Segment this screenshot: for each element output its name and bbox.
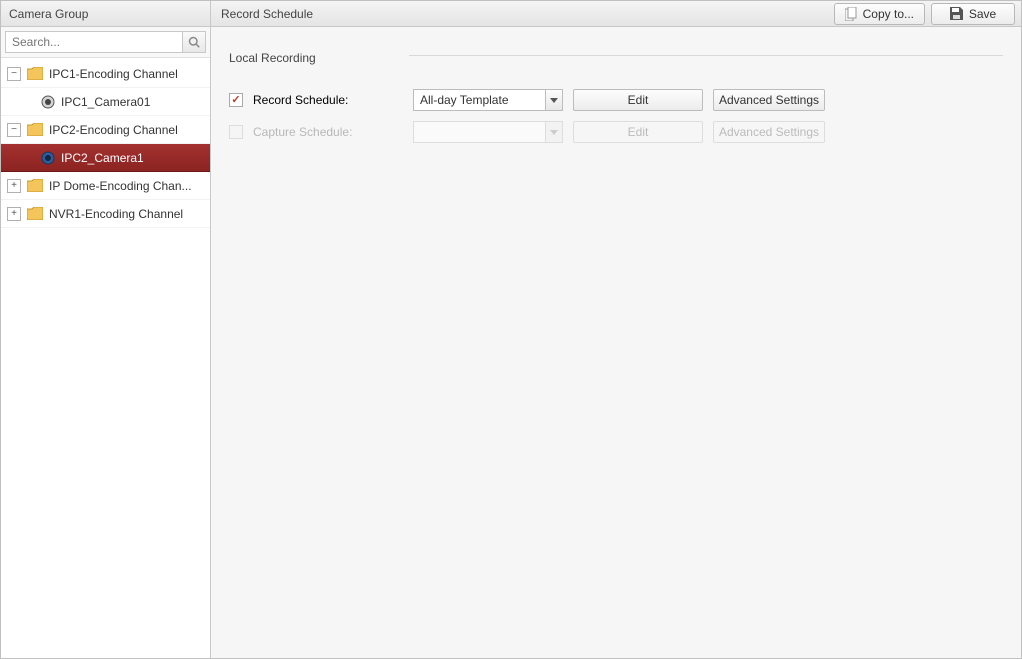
tree-label: IPC1_Camera01	[61, 95, 150, 109]
tree-camera-ipc2-cam1[interactable]: IPC2_Camera1	[1, 144, 210, 172]
collapse-icon[interactable]: −	[7, 67, 21, 81]
template-value: All-day Template	[413, 89, 545, 111]
search-row	[1, 27, 210, 58]
main-header: Record Schedule Copy to... Save	[211, 1, 1021, 27]
folder-icon	[27, 207, 43, 220]
capture-dropdown-button	[545, 121, 563, 143]
tree-label: NVR1-Encoding Channel	[49, 207, 183, 221]
copy-icon	[845, 7, 857, 21]
edit-record-button[interactable]: Edit	[573, 89, 703, 111]
camera-icon	[41, 151, 55, 165]
tree-camera-ipc1-cam01[interactable]: IPC1_Camera01	[1, 88, 210, 116]
capture-schedule-row: Capture Schedule: Edit Advanced Settings	[229, 116, 1003, 148]
sidebar-title: Camera Group	[1, 1, 210, 27]
tree-group-ipc2[interactable]: − IPC2-Encoding Channel	[1, 116, 210, 144]
capture-template-value	[413, 121, 545, 143]
folder-icon	[27, 67, 43, 80]
folder-icon	[27, 123, 43, 136]
folder-icon	[27, 179, 43, 192]
save-button[interactable]: Save	[931, 3, 1015, 25]
capture-schedule-label: Capture Schedule:	[253, 125, 403, 139]
advanced-capture-button: Advanced Settings	[713, 121, 825, 143]
collapse-icon[interactable]: −	[7, 123, 21, 137]
main-body: Local Recording Record Schedule: All-day…	[211, 27, 1021, 172]
tree-group-nvr1[interactable]: + NVR1-Encoding Channel	[1, 200, 210, 228]
tree-label: IPC2-Encoding Channel	[49, 123, 178, 137]
expand-icon[interactable]: +	[7, 207, 21, 221]
search-icon	[188, 36, 200, 48]
copy-to-button[interactable]: Copy to...	[834, 3, 925, 25]
edit-capture-button: Edit	[573, 121, 703, 143]
template-combo[interactable]: All-day Template	[413, 89, 563, 111]
record-schedule-checkbox[interactable]	[229, 93, 243, 107]
chevron-down-icon	[550, 98, 558, 103]
search-button[interactable]	[182, 31, 206, 53]
template-dropdown-button[interactable]	[545, 89, 563, 111]
chevron-down-icon	[550, 130, 558, 135]
search-input[interactable]	[5, 31, 182, 53]
camera-icon	[41, 95, 55, 109]
save-icon	[950, 7, 963, 20]
tree-label: IPC1-Encoding Channel	[49, 67, 178, 81]
save-label: Save	[969, 7, 996, 21]
record-schedule-label: Record Schedule:	[253, 93, 403, 107]
tree-label: IPC2_Camera1	[61, 151, 144, 165]
camera-tree: − IPC1-Encoding Channel IPC1_Camera01 − …	[1, 58, 210, 658]
page-title: Record Schedule	[221, 7, 313, 21]
section-divider	[409, 55, 1003, 56]
record-schedule-row: Record Schedule: All-day Template Edit A…	[229, 84, 1003, 116]
tree-label: IP Dome-Encoding Chan...	[49, 179, 192, 193]
expand-icon[interactable]: +	[7, 179, 21, 193]
advanced-record-button[interactable]: Advanced Settings	[713, 89, 825, 111]
tree-group-ipc1[interactable]: − IPC1-Encoding Channel	[1, 60, 210, 88]
tree-group-ipdome[interactable]: + IP Dome-Encoding Chan...	[1, 172, 210, 200]
capture-schedule-checkbox[interactable]	[229, 125, 243, 139]
copy-label: Copy to...	[863, 7, 914, 21]
sidebar: Camera Group − IPC1-Encoding Channel IPC…	[1, 1, 211, 658]
main-panel: Record Schedule Copy to... Save Local Re…	[211, 1, 1021, 658]
section-title: Local Recording	[229, 51, 1003, 65]
capture-template-combo	[413, 121, 563, 143]
